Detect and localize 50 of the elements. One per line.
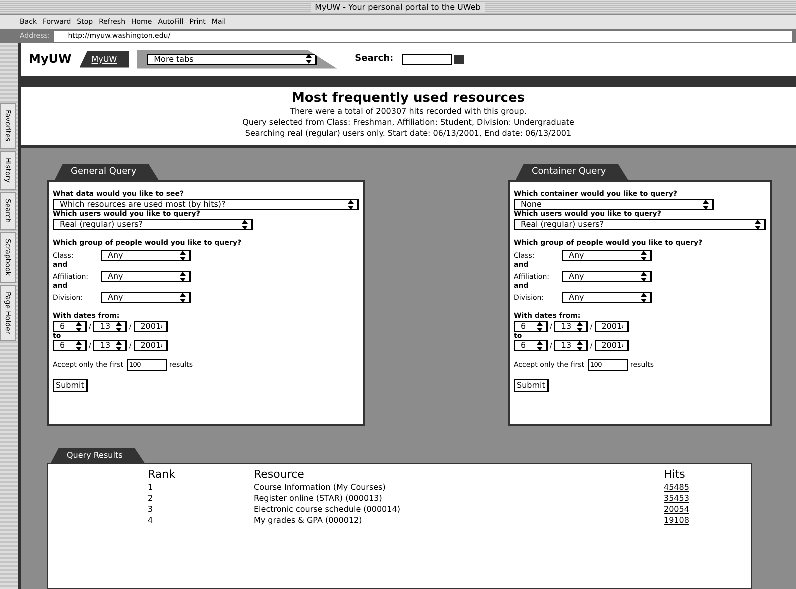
dropdown[interactable]: 13 — [93, 321, 128, 332]
dropdown[interactable]: Real (regular) users? — [514, 219, 766, 230]
dropdown[interactable]: More tabs — [147, 54, 318, 65]
dropdown[interactable]: 13 — [93, 340, 128, 351]
dropdown[interactable]: Any — [562, 250, 652, 261]
hits-link[interactable]: 35453 — [664, 494, 690, 503]
dropdown[interactable]: Any — [562, 271, 652, 282]
dropdown[interactable]: None — [514, 199, 714, 210]
hits-link[interactable]: 20054 — [664, 505, 690, 514]
submit-button[interactable]: Submit — [514, 379, 550, 392]
dropdown[interactable]: 6 — [514, 340, 548, 351]
dropdown[interactable]: Any — [101, 271, 191, 282]
dropdown[interactable]: 6 — [514, 321, 548, 332]
table-cell-text: My grades & GPA (000012) — [254, 515, 364, 526]
dropdown[interactable]: 2001 — [134, 340, 168, 351]
dropdown[interactable]: 2001 — [594, 321, 629, 332]
submit-button[interactable]: Submit — [53, 379, 88, 392]
summary-text: There were a total of 200307 hits recorded with this group. — [289, 106, 528, 117]
table-cell-text: 2 — [148, 493, 154, 504]
dropdown[interactable]: Which resources are used most (by hits)? — [53, 199, 359, 210]
table-cell-text: Register online (STAR) (000013) — [254, 493, 384, 504]
table-cell-text: Course Information (My Courses) — [254, 482, 387, 493]
column-header: Hits — [664, 468, 686, 482]
go-button[interactable] — [454, 54, 464, 64]
page-title: Most frequently used resources — [291, 91, 526, 106]
search-label: Search: — [355, 54, 394, 64]
window-title: MyUW - Your personal portal to the UWeb — [311, 2, 485, 12]
hits-link[interactable]: 19108 — [664, 516, 690, 525]
table-cell-text: 3 — [148, 504, 154, 515]
tab[interactable]: MyUW — [80, 50, 130, 68]
dropdown[interactable]: Any — [562, 292, 652, 303]
summary-text: Searching real (regular) users only. Start date: 06/13/2001, End date: 06/13/2001 — [244, 128, 573, 139]
dropdown[interactable]: 6 — [53, 340, 87, 351]
logo[interactable]: MyUW — [29, 51, 72, 68]
dropdown[interactable]: Real (regular) users? — [53, 219, 253, 230]
search-field[interactable] — [402, 54, 452, 65]
dropdown[interactable]: 6 — [53, 321, 87, 332]
column-header: Resource — [254, 468, 306, 482]
dropdown[interactable]: 13 — [554, 321, 588, 332]
dropdown[interactable]: Any — [101, 292, 191, 303]
summary-text: Query selected from Class: Freshman, Affiliation: Student, Division: Undergraduate — [242, 117, 576, 128]
dropdown[interactable]: Any — [101, 250, 191, 261]
table-cell-text: 1 — [148, 482, 154, 493]
table-cell-text: Electronic course schedule (000014) — [254, 504, 402, 515]
dropdown[interactable]: 13 — [554, 340, 588, 351]
table-cell-text: 4 — [148, 515, 154, 526]
dropdown[interactable]: 2001 — [134, 321, 168, 332]
hits-link[interactable]: 45485 — [664, 483, 690, 492]
column-header: Rank — [148, 468, 176, 482]
dropdown[interactable]: 2001 — [594, 340, 629, 351]
